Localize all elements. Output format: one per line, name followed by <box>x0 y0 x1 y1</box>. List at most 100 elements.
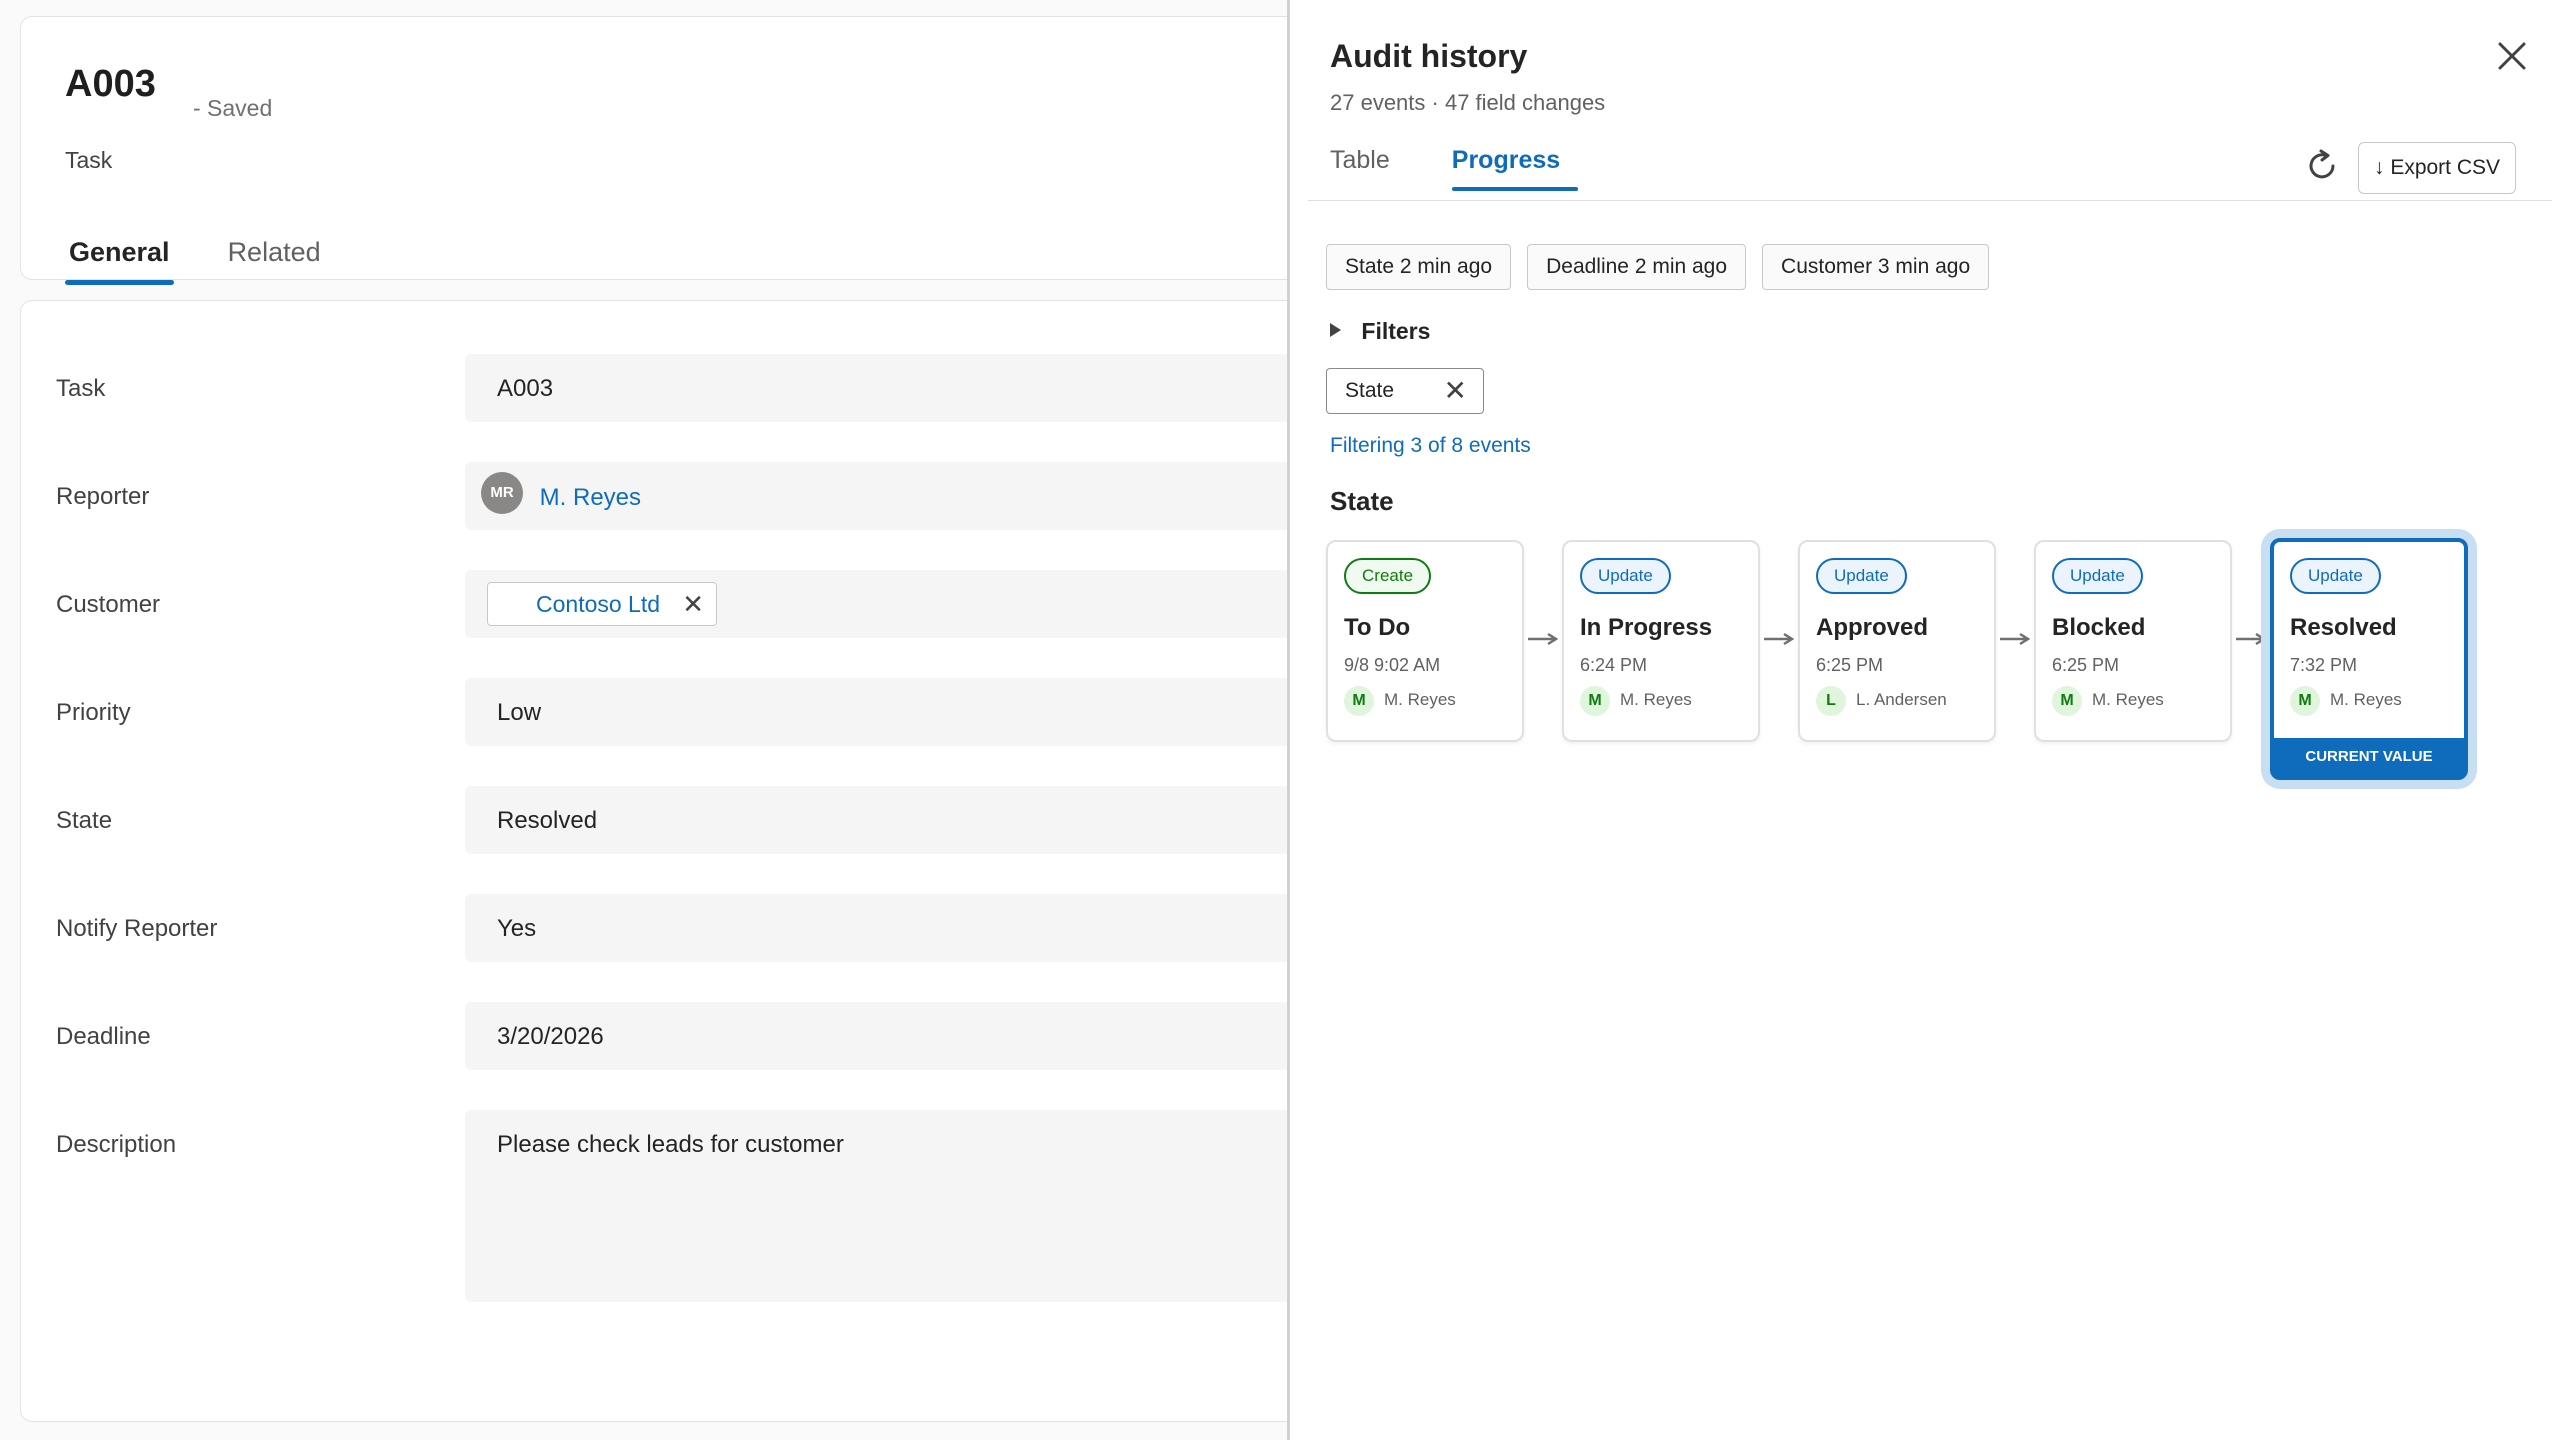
field-label: Deadline <box>56 1023 151 1050</box>
field-label: Notify Reporter <box>56 915 218 942</box>
tab-table[interactable]: Table <box>1330 146 1390 185</box>
event-time: 6:25 PM <box>2052 655 2120 675</box>
avatar: MR <box>481 472 523 514</box>
arrow-right-icon <box>1764 632 1795 646</box>
export-label: Export CSV <box>2390 156 2501 179</box>
reporter-link[interactable]: M. Reyes <box>540 484 641 511</box>
arrow-right-icon <box>1528 632 1559 646</box>
event-badge: Update <box>1816 558 1907 594</box>
record-type: Task <box>65 147 113 173</box>
description-textarea[interactable]: Please check leads for customer <box>465 1110 1287 1302</box>
arrow-down-icon: ↓ <box>2373 156 2385 179</box>
avatar: M <box>2290 686 2320 716</box>
event-user: M M. Reyes <box>1580 686 1692 716</box>
event-card-current[interactable]: Update Resolved 7:32 PM M M. Reyes CURREN… <box>2270 538 2468 780</box>
filtering-status[interactable]: Filtering 3 of 8 events <box>1330 434 1531 458</box>
field-state: State Resolved <box>21 786 1287 854</box>
tab-general[interactable]: General <box>65 217 174 285</box>
event-badge: Update <box>1580 558 1671 594</box>
caret-right-icon <box>1330 323 1341 337</box>
panel-tabs: Table Progress <box>1330 146 1579 191</box>
recent-changes-chips: State 2 min ago Deadline 2 min ago Custo… <box>1326 244 1990 290</box>
task-input[interactable]: A003 <box>465 354 1287 422</box>
field-priority: Priority Low <box>21 678 1287 746</box>
export-csv-button[interactable]: ↓ Export CSV <box>2358 142 2516 194</box>
event-badge: Update <box>2052 558 2143 594</box>
customer-link[interactable]: Contoso Ltd <box>536 591 660 617</box>
event-card[interactable]: Update In Progress 6:24 PM M M. Reyes <box>1562 540 1760 742</box>
record-header: A003 - Saved Task General Related <box>20 16 1287 285</box>
field-notify-reporter: Notify Reporter Yes <box>21 894 1287 962</box>
event-user: M M. Reyes <box>2290 686 2402 716</box>
close-icon[interactable]: ✕ <box>1444 369 1467 413</box>
tabs-divider <box>1308 200 2552 201</box>
panel-title: Audit history <box>1330 38 1528 74</box>
tab-progress[interactable]: Progress <box>1451 146 1579 191</box>
event-time: 7:32 PM <box>2290 655 2358 675</box>
filters-toggle[interactable]: Filters <box>1330 318 1430 345</box>
close-icon[interactable]: ✕ <box>682 583 704 625</box>
event-card[interactable]: Update Approved 6:25 PM L L. Andersen <box>1798 540 1996 742</box>
panel-subtitle: 27 events · 47 field changes <box>1330 90 1606 115</box>
save-status: - Saved <box>193 95 273 121</box>
filters-label: Filters <box>1361 318 1431 344</box>
event-user-name: M. Reyes <box>2330 690 2402 709</box>
event-value: Blocked <box>2052 614 2146 641</box>
field-task: Task A003 <box>21 354 1287 422</box>
event-time: 9/8 9:02 AM <box>1344 655 1441 675</box>
chip-customer[interactable]: Customer 3 min ago <box>1762 244 1990 290</box>
field-label: Description <box>56 1131 177 1158</box>
section-title: State <box>1330 486 1394 516</box>
customer-tag[interactable]: Contoso Ltd ✕ <box>487 582 718 626</box>
form-card: Task A003 Reporter MR M. Reyes Customer … <box>20 300 1287 1422</box>
event-badge: Update <box>2290 558 2381 594</box>
event-user-name: L. Andersen <box>1856 690 1947 709</box>
field-label: Customer <box>56 591 161 618</box>
field-description: Description Please check leads for custo… <box>21 1110 1287 1302</box>
deadline-input[interactable]: 3/20/2026 <box>465 1002 1287 1070</box>
arrow-right-icon <box>2000 632 2031 646</box>
event-value: To Do <box>1344 614 1411 641</box>
customer-lookup[interactable]: Contoso Ltd ✕ <box>465 570 1287 638</box>
event-user: L L. Andersen <box>1816 686 1947 716</box>
field-label: Reporter <box>56 483 150 510</box>
field-label: Task <box>56 375 106 402</box>
current-value-label: CURRENT VALUE <box>2274 738 2464 776</box>
avatar: M <box>1344 686 1374 716</box>
close-icon[interactable] <box>2492 36 2532 76</box>
event-badge: Create <box>1344 558 1432 594</box>
event-user: M M. Reyes <box>2052 686 2164 716</box>
event-value: Approved <box>1816 614 1929 641</box>
record-tabs: General Related <box>65 217 325 285</box>
field-deadline: Deadline 3/20/2026 <box>21 1002 1287 1070</box>
priority-select[interactable]: Low <box>465 678 1287 746</box>
event-time: 6:25 PM <box>1816 655 1884 675</box>
avatar: L <box>1816 686 1846 716</box>
field-label: Priority <box>56 699 131 726</box>
notify-reporter-select[interactable]: Yes <box>465 894 1287 962</box>
arrow-right-icon <box>2236 632 2267 646</box>
event-user-name: M. Reyes <box>1620 690 1692 709</box>
avatar: M <box>2052 686 2082 716</box>
avatar: M <box>1580 686 1610 716</box>
chip-deadline[interactable]: Deadline 2 min ago <box>1527 244 1747 290</box>
event-card[interactable]: Create To Do 9/8 9:02 AM M M. Reyes <box>1326 540 1524 742</box>
tab-related[interactable]: Related <box>224 217 325 279</box>
event-value: In Progress <box>1580 614 1713 641</box>
state-select[interactable]: Resolved <box>465 786 1287 854</box>
filter-pill-state[interactable]: State ✕ <box>1326 368 1484 414</box>
record-form-area: A003 - Saved Task General Related Task A… <box>0 0 1287 1440</box>
event-user: M M. Reyes <box>1344 686 1456 716</box>
field-reporter: Reporter MR M. Reyes <box>21 462 1287 530</box>
record-title: A003 <box>65 63 156 105</box>
event-value: Resolved <box>2290 614 2397 641</box>
filter-pill-label: State <box>1345 379 1395 402</box>
audit-history-panel: Audit history 27 events · 47 field chang… <box>1290 0 2560 1440</box>
event-time: 6:24 PM <box>1580 655 1648 675</box>
event-card[interactable]: Update Blocked 6:25 PM M M. Reyes <box>2034 540 2232 742</box>
chip-state[interactable]: State 2 min ago <box>1326 244 1512 290</box>
field-label: State <box>56 807 113 834</box>
event-user-name: M. Reyes <box>2092 690 2164 709</box>
reporter-lookup[interactable]: MR M. Reyes <box>465 462 1287 530</box>
refresh-icon[interactable] <box>2302 146 2342 186</box>
